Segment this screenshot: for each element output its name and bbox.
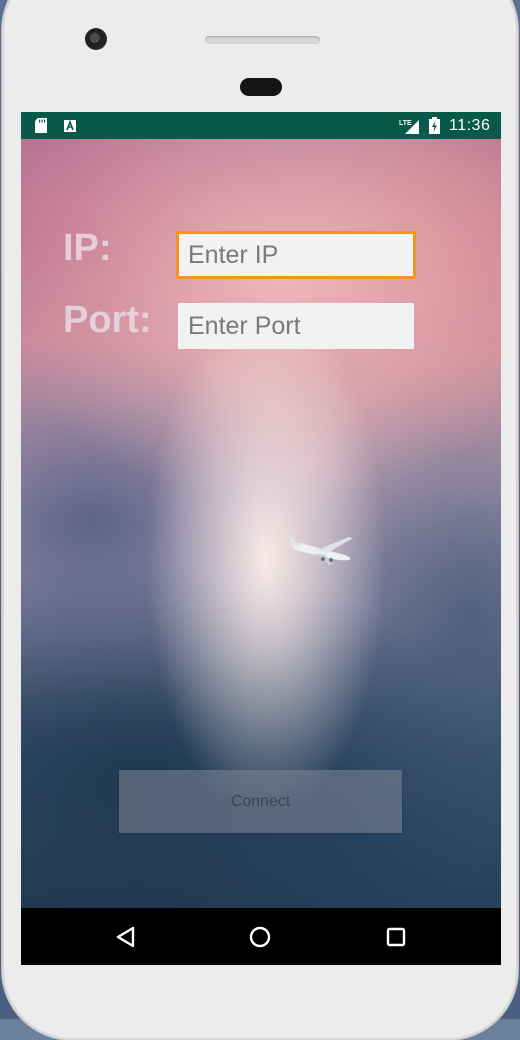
navigation-bar — [21, 908, 501, 965]
svg-text:LTE: LTE — [399, 120, 412, 127]
lte-signal-icon: LTE — [399, 120, 419, 134]
sd-card-icon — [35, 118, 47, 133]
device-screen: LTE 11:36 IP: Port: Connect — [21, 112, 501, 965]
front-camera-icon — [85, 28, 107, 50]
port-input[interactable] — [178, 303, 414, 349]
back-icon[interactable] — [113, 924, 139, 950]
recents-icon[interactable] — [383, 924, 409, 950]
home-icon[interactable] — [247, 924, 273, 950]
battery-charging-icon — [429, 117, 440, 134]
connect-button[interactable]: Connect — [119, 770, 402, 833]
earpiece-speaker — [205, 36, 320, 44]
ip-label: IP: — [63, 227, 112, 269]
airplane-icon — [289, 537, 353, 565]
status-bar: LTE 11:36 — [21, 112, 501, 139]
status-clock: 11:36 — [449, 117, 491, 134]
a-notification-icon — [64, 120, 76, 132]
device-frame: LTE 11:36 IP: Port: Connect — [0, 0, 520, 1040]
port-label: Port: — [63, 299, 152, 341]
ip-input[interactable] — [176, 231, 416, 279]
connection-screen: IP: Port: Connect — [21, 139, 501, 908]
proximity-sensor — [240, 78, 282, 96]
